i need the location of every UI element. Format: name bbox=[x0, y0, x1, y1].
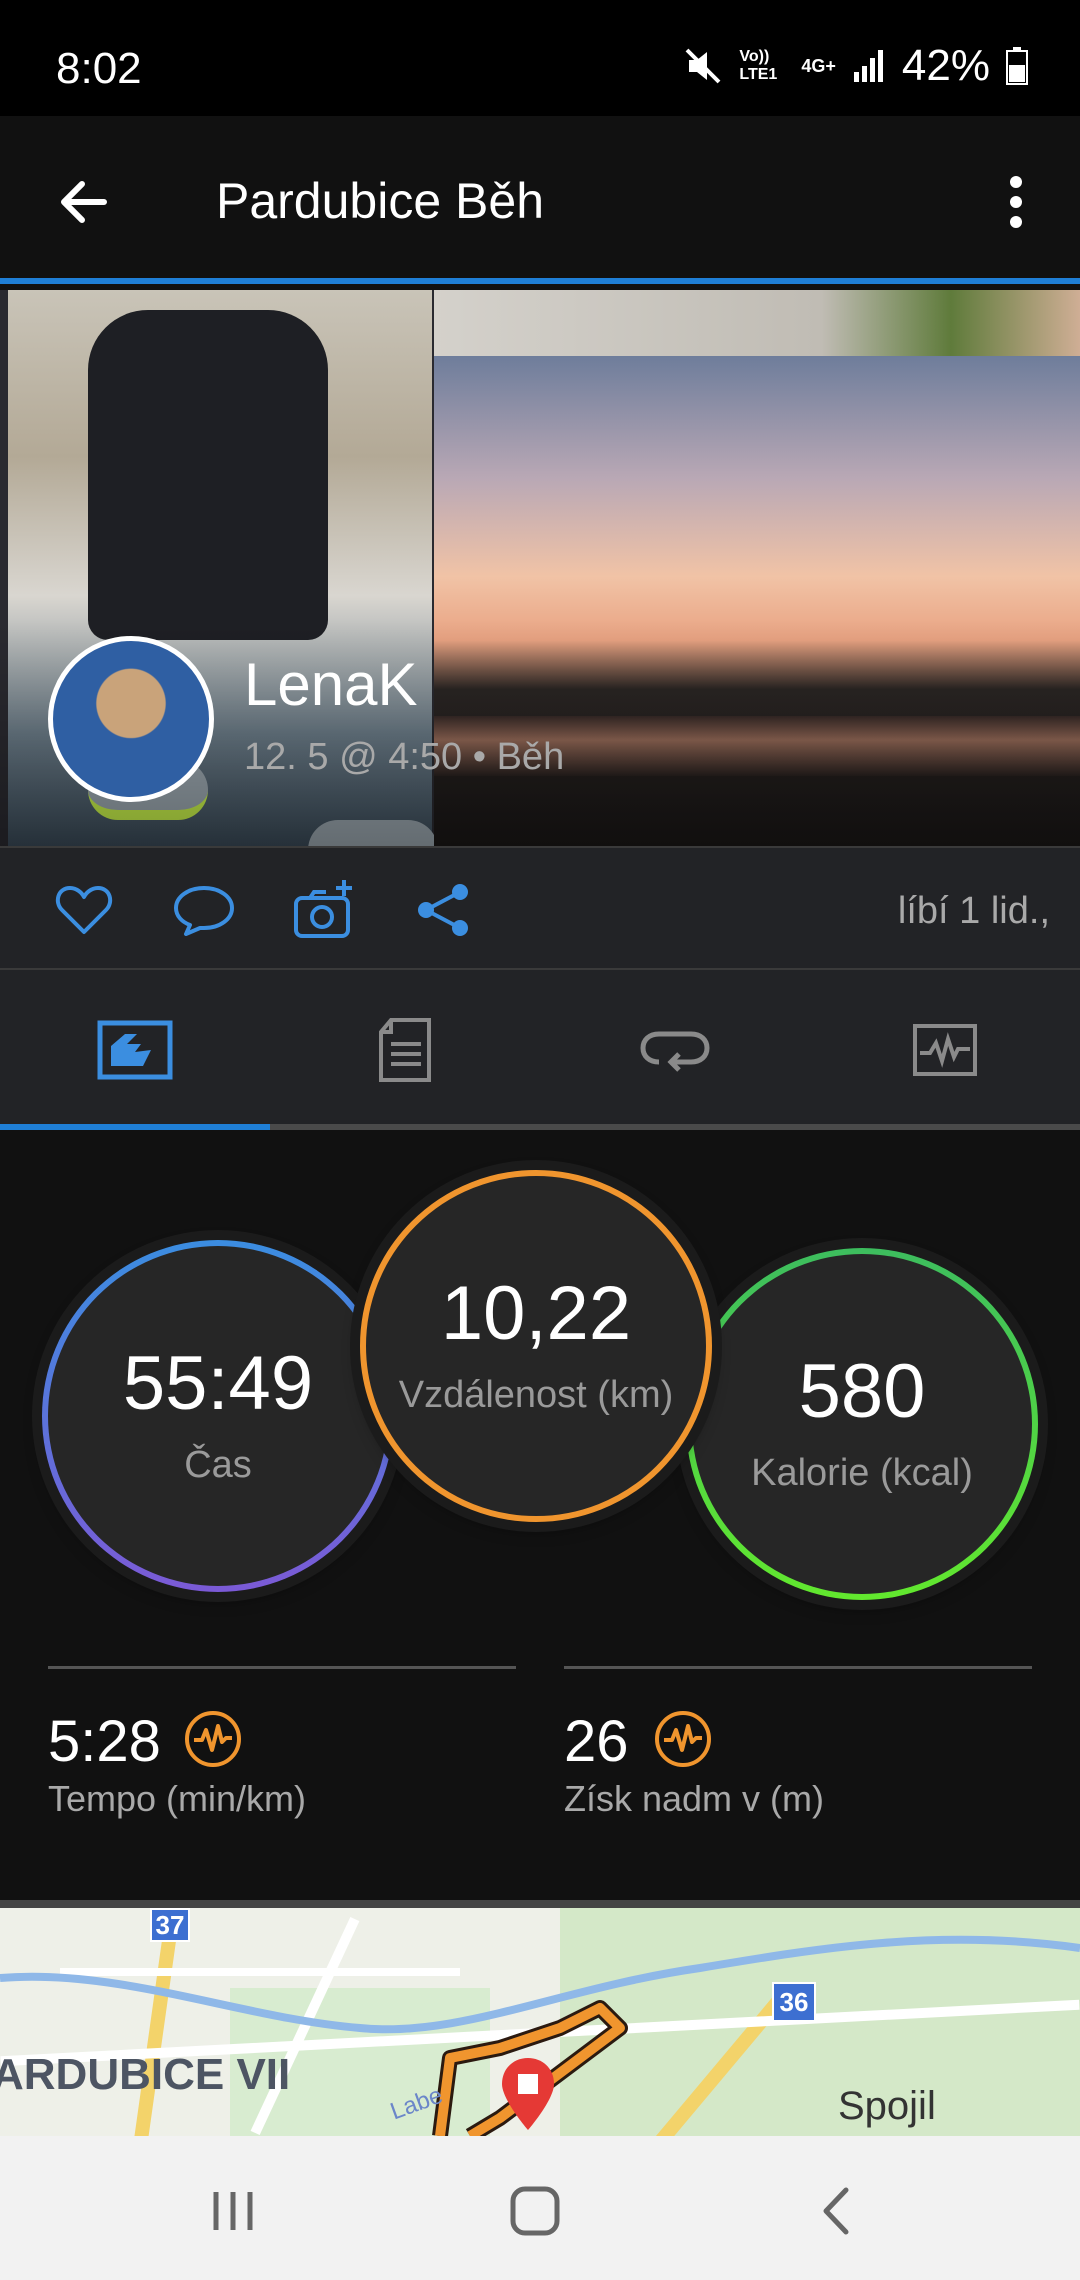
calories-value: 580 bbox=[798, 1348, 926, 1434]
overview-icon bbox=[97, 1020, 173, 1080]
camera-plus-icon bbox=[294, 880, 352, 938]
elevation-divider bbox=[564, 1666, 1032, 1669]
road-shield-37: 37 bbox=[150, 1908, 190, 1942]
activity-tabs bbox=[0, 970, 1080, 1130]
time-value: 55:49 bbox=[122, 1340, 314, 1426]
activity-pulse-icon[interactable] bbox=[654, 1710, 712, 1768]
activity-pulse-icon[interactable] bbox=[184, 1710, 242, 1768]
mute-icon bbox=[685, 48, 721, 84]
tab-laps[interactable] bbox=[540, 970, 810, 1130]
map-label-town: Spojil bbox=[838, 2084, 936, 2128]
app-bar: Pardubice Běh bbox=[0, 116, 1080, 284]
home-icon bbox=[510, 2186, 560, 2236]
map-marker-icon[interactable] bbox=[498, 2056, 558, 2132]
status-bar: 8:02 Vo)) LTE1 4G+ 42% bbox=[0, 0, 1080, 116]
comment-icon bbox=[174, 886, 234, 936]
distance-label: Vzdálenost (km) bbox=[398, 1373, 674, 1416]
tab-charts[interactable] bbox=[810, 970, 1080, 1130]
recents-button[interactable] bbox=[188, 2166, 278, 2256]
chart-icon bbox=[913, 1024, 977, 1076]
home-button[interactable] bbox=[490, 2166, 580, 2256]
status-icons: Vo)) LTE1 4G+ 42% bbox=[683, 40, 1028, 92]
time-label: Čas bbox=[184, 1443, 252, 1486]
add-photo-button[interactable] bbox=[292, 878, 356, 942]
volte-indicator: Vo)) LTE1 bbox=[739, 48, 778, 83]
recents-icon bbox=[213, 2192, 253, 2230]
status-time: 8:02 bbox=[56, 44, 142, 93]
back-button[interactable] bbox=[48, 166, 120, 238]
battery-percent: 42% bbox=[901, 41, 990, 90]
calories-label: Kalorie (kcal) bbox=[751, 1451, 973, 1494]
comment-button[interactable] bbox=[172, 878, 236, 942]
time-ring: 55:49 Čas bbox=[42, 1240, 394, 1592]
road-shield-36: 36 bbox=[772, 1982, 816, 2022]
tab-details[interactable] bbox=[270, 970, 540, 1130]
post-meta: 12. 5 @ 4:50 • Běh bbox=[244, 736, 565, 778]
photo-path[interactable] bbox=[434, 290, 1080, 356]
system-nav-bar bbox=[0, 2136, 1080, 2280]
tab-overview[interactable] bbox=[0, 970, 270, 1130]
heart-icon bbox=[55, 886, 113, 934]
document-icon bbox=[379, 1018, 431, 1082]
user-name[interactable]: LenaK bbox=[244, 650, 418, 719]
calories-ring: 580 Kalorie (kcal) bbox=[686, 1248, 1038, 1600]
pace-label: Tempo (min/km) bbox=[48, 1778, 307, 1819]
like-button[interactable] bbox=[52, 878, 116, 942]
pace-value: 5:28 bbox=[48, 1709, 161, 1774]
map-label-city: ARDUBICE VII bbox=[0, 2050, 291, 2099]
share-button[interactable] bbox=[412, 878, 476, 942]
network-type: 4G+ bbox=[801, 55, 836, 76]
share-icon bbox=[418, 884, 468, 936]
battery-icon bbox=[1006, 47, 1028, 85]
signal-icon bbox=[853, 50, 883, 82]
social-action-bar: líbí 1 lid., bbox=[0, 846, 1080, 970]
more-vert-icon bbox=[1010, 176, 1022, 228]
distance-value: 10,22 bbox=[440, 1270, 632, 1356]
page-title: Pardubice Běh bbox=[216, 173, 545, 229]
arrow-left-icon bbox=[61, 181, 107, 223]
chevron-left-icon bbox=[823, 2187, 849, 2235]
elevation-label: Získ nadm v (m) bbox=[564, 1778, 825, 1819]
repeat-icon bbox=[640, 1031, 710, 1072]
elevation-value: 26 bbox=[564, 1709, 629, 1774]
back-nav-button[interactable] bbox=[792, 2166, 882, 2256]
avatar[interactable] bbox=[48, 636, 214, 802]
route-map[interactable]: 37 36 ARDUBICE VII Labe Spojil bbox=[0, 1900, 1080, 2136]
pace-divider bbox=[48, 1666, 516, 1669]
likes-count[interactable]: líbí 1 lid., bbox=[898, 890, 1050, 933]
distance-ring: 10,22 Vzdálenost (km) bbox=[360, 1170, 712, 1522]
more-options-button[interactable] bbox=[980, 166, 1052, 238]
